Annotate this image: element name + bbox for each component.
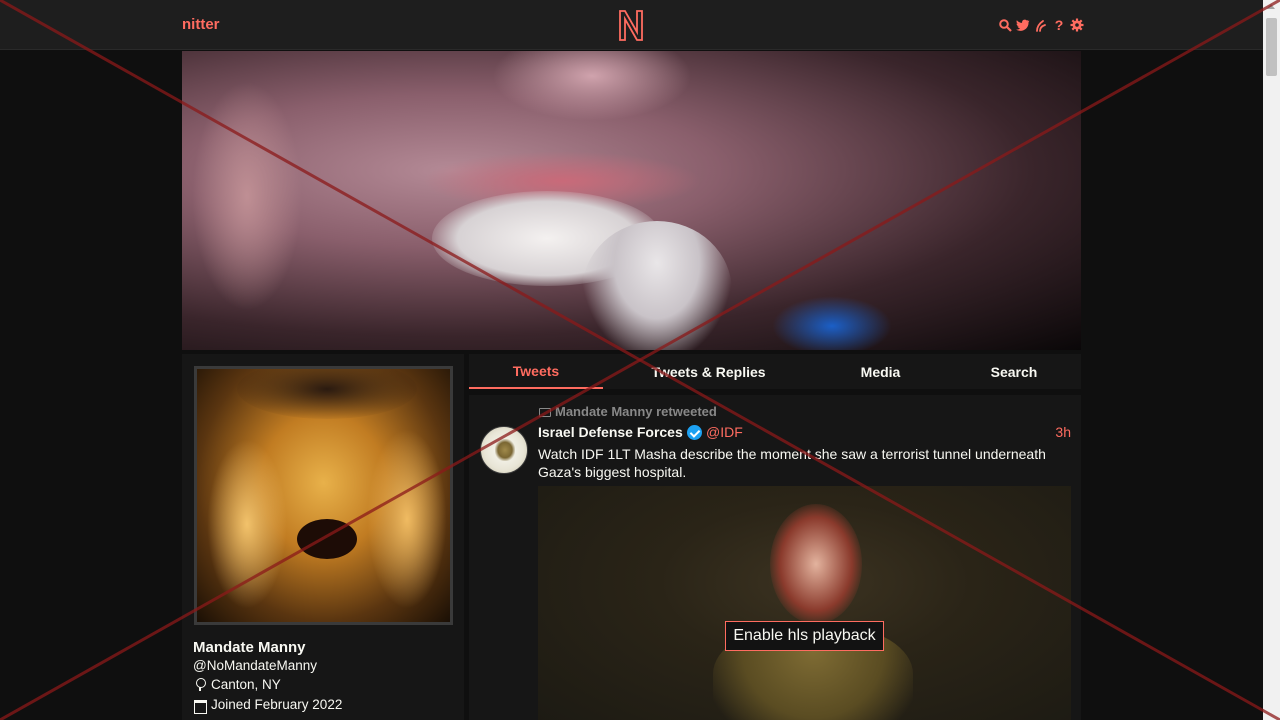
tweet-date[interactable]: 3h bbox=[1055, 424, 1071, 440]
profile-avatar[interactable] bbox=[194, 366, 453, 625]
rss-icon[interactable] bbox=[1034, 17, 1048, 33]
page-scrollbar[interactable] bbox=[1263, 0, 1280, 720]
tweet-author-name[interactable]: Israel Defense Forces bbox=[538, 424, 683, 440]
profile-fullname[interactable]: Mandate Manny bbox=[193, 639, 306, 656]
profile-username[interactable]: @NoMandateManny bbox=[193, 658, 317, 673]
tab-search[interactable]: Search bbox=[947, 354, 1081, 389]
tweet-author[interactable]: Israel Defense Forces bbox=[538, 424, 702, 440]
twitter-icon[interactable] bbox=[1016, 17, 1030, 33]
enable-hls-playback-button[interactable]: Enable hls playback bbox=[725, 621, 884, 651]
retweet-icon bbox=[538, 407, 552, 417]
profile-location: Canton, NY bbox=[193, 677, 281, 692]
tweet-author-handle[interactable]: @IDF bbox=[706, 424, 743, 440]
profile-banner[interactable] bbox=[182, 51, 1081, 350]
tab-tweets[interactable]: Tweets bbox=[469, 354, 603, 389]
timeline-item[interactable]: Mandate Manny retweeted Israel Defense F… bbox=[469, 395, 1081, 720]
retweet-header: Mandate Manny retweeted bbox=[538, 404, 717, 419]
tab-tweets-replies[interactable]: Tweets & Replies bbox=[603, 354, 814, 389]
retweet-header-text: Mandate Manny retweeted bbox=[555, 404, 717, 419]
profile-joined: Joined February 2022 bbox=[193, 697, 343, 714]
profile-joined-text: Joined February 2022 bbox=[211, 697, 343, 712]
verified-icon bbox=[686, 424, 702, 440]
scroll-up-arrow-icon[interactable] bbox=[1267, 4, 1275, 9]
scrollbar-thumb[interactable] bbox=[1266, 18, 1277, 76]
help-icon[interactable]: ? bbox=[1052, 17, 1066, 33]
calendar-icon bbox=[193, 698, 207, 714]
tweet-avatar[interactable] bbox=[480, 426, 528, 474]
tweet-content: Watch IDF 1LT Masha describe the moment … bbox=[538, 446, 1046, 480]
profile-card: Mandate Manny @NoMandateManny Canton, NY… bbox=[182, 354, 464, 720]
search-icon[interactable] bbox=[998, 17, 1012, 33]
nitter-home-link[interactable]: nitter bbox=[182, 16, 220, 33]
navbar: nitter ? bbox=[0, 0, 1263, 50]
tweet-video[interactable] bbox=[538, 486, 1071, 720]
nitter-logo-icon[interactable] bbox=[617, 8, 645, 42]
nav-icons: ? bbox=[998, 16, 1084, 34]
settings-icon[interactable] bbox=[1070, 17, 1084, 33]
profile-location-text: Canton, NY bbox=[211, 677, 281, 692]
timeline-tabs: Tweets Tweets & Replies Media Search bbox=[469, 354, 1081, 389]
tab-media[interactable]: Media bbox=[814, 354, 947, 389]
location-pin-icon bbox=[193, 677, 207, 692]
